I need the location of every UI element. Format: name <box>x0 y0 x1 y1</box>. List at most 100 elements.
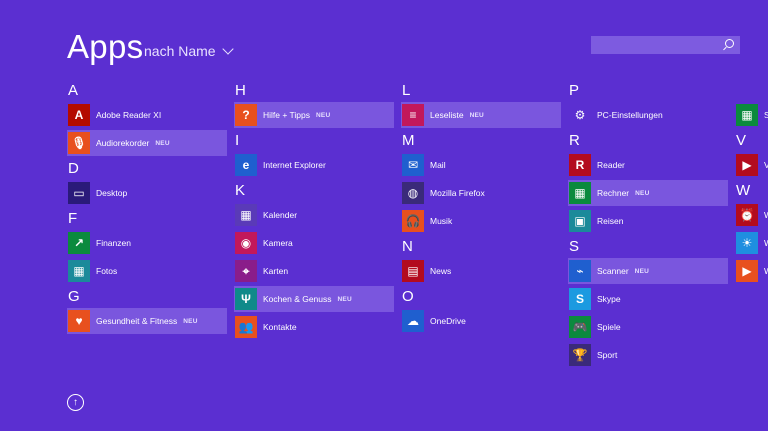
arrow-up-icon: ↑ <box>73 397 78 408</box>
group-letter[interactable]: L <box>401 82 561 102</box>
app-tile[interactable]: ▦ Rechner NEU <box>568 180 728 206</box>
group-letter[interactable]: G <box>67 288 227 308</box>
sort-label: nach Name <box>144 43 216 59</box>
app-tile[interactable]: ? Hilfe + Tipps NEU <box>234 102 394 128</box>
app-tile[interactable]: ▶W <box>735 258 768 284</box>
app-tile[interactable]: 👥 Kontakte <box>234 314 394 340</box>
skype-icon: S <box>569 288 591 310</box>
scroll-up-button[interactable]: ↑ <box>67 394 84 411</box>
app-tile[interactable]: 🏆 Sport <box>568 342 728 368</box>
app-tile[interactable]: ☁ OneDrive <box>401 308 561 334</box>
group-letter[interactable]: O <box>401 288 561 308</box>
health-heart-icon: ♥ <box>68 310 90 332</box>
app-tile[interactable]: ▦ Kalender <box>234 202 394 228</box>
app-tile[interactable]: ▦ Fotos <box>67 258 227 284</box>
app-tile[interactable]: ☀W <box>735 230 768 256</box>
app-column: ▦S V▶V W⏰W☀W▶W <box>735 82 768 288</box>
calendar-icon: ▦ <box>235 204 257 226</box>
app-group: M ✉ Mail ◍ Mozilla Firefox 🎧 Musik <box>401 132 561 234</box>
app-label: Hilfe + Tipps <box>263 110 311 120</box>
app-tile[interactable]: ⌁ Scanner NEU <box>568 258 728 284</box>
group-letter[interactable]: R <box>568 132 728 152</box>
app-label: Kochen & Genuss <box>263 294 332 304</box>
page-title: Apps <box>67 28 144 65</box>
search-icon[interactable] <box>725 39 734 48</box>
app-tile[interactable]: A Adobe Reader XI <box>67 102 227 128</box>
internet-explorer-icon: e <box>235 154 257 176</box>
group-letter[interactable]: N <box>401 238 561 258</box>
finance-icon: ↗ <box>68 232 90 254</box>
app-tile[interactable]: ▣ Reisen <box>568 208 728 234</box>
app-tile[interactable]: ◍ Mozilla Firefox <box>401 180 561 206</box>
trophy-icon: 🏆 <box>569 344 591 366</box>
app-tile[interactable]: ⌖ Karten <box>234 258 394 284</box>
app-tile[interactable]: S Skype <box>568 286 728 312</box>
app-label: News <box>430 266 452 276</box>
scanner-icon: ⌁ <box>569 260 591 282</box>
new-badge: NEU <box>635 189 650 197</box>
app-label: Mozilla Firefox <box>430 188 485 198</box>
reading-list-icon: ≡ <box>402 104 424 126</box>
food-icon: Ψ <box>235 288 257 310</box>
group-letter[interactable]: D <box>67 160 227 180</box>
app-tile[interactable]: e Internet Explorer <box>234 152 394 178</box>
app-tile[interactable]: R Reader <box>568 152 728 178</box>
help-icon: ? <box>235 104 257 126</box>
app-label: Kamera <box>263 238 293 248</box>
new-badge: NEU <box>469 111 484 119</box>
app-tile[interactable]: ≡ Leseliste NEU <box>401 102 561 128</box>
group-letter[interactable]: P <box>568 82 728 102</box>
app-group: K ▦ Kalender ◉ Kamera ⌖ Karten Ψ Kochen & Genuss… <box>234 182 394 340</box>
alarm-icon: ⏰ <box>736 204 758 226</box>
app-group: W⏰W☀W▶W <box>735 182 768 284</box>
firefox-icon: ◍ <box>402 182 424 204</box>
app-label: Karten <box>263 266 289 276</box>
app-label: Desktop <box>96 188 128 198</box>
app-tile[interactable]: ♥ Gesundheit & Fitness NEU <box>67 308 227 334</box>
app-group: R R Reader ▦ Rechner NEU ▣ Reisen <box>568 132 728 234</box>
app-tile[interactable]: 🎧 Musik <box>401 208 561 234</box>
app-tile[interactable]: ▶ V <box>735 152 768 178</box>
app-tile[interactable]: 🎙 Audiorekorder NEU <box>67 130 227 156</box>
app-label: Kontakte <box>263 322 297 332</box>
app-label: Sport <box>597 350 618 360</box>
group-letter[interactable]: W <box>735 182 768 202</box>
camera-icon: ◉ <box>235 232 257 254</box>
group-letter[interactable]: M <box>401 132 561 152</box>
group-letter[interactable]: I <box>234 132 394 152</box>
group-letter[interactable]: F <box>67 210 227 230</box>
search-input[interactable] <box>591 36 740 54</box>
mail-icon: ✉ <box>402 154 424 176</box>
app-tile[interactable]: Ψ Kochen & Genuss NEU <box>234 286 394 312</box>
group-letter[interactable]: K <box>234 182 394 202</box>
news-icon: ▤ <box>402 260 424 282</box>
adobe-reader-icon: A <box>68 104 90 126</box>
reader-icon: R <box>569 154 591 176</box>
app-group: O ☁ OneDrive <box>401 288 561 334</box>
new-badge: NEU <box>183 317 198 325</box>
microphone-icon: 🎙 <box>68 132 90 154</box>
app-tile[interactable]: 🎮 Spiele <box>568 314 728 340</box>
app-tile[interactable]: ▤ News <box>401 258 561 284</box>
app-tile[interactable]: ↗ Finanzen <box>67 230 227 256</box>
group-letter <box>735 82 768 102</box>
app-label: Reisen <box>597 216 624 226</box>
app-tile[interactable]: ▦ S <box>735 102 768 128</box>
video-icon: ▶ <box>736 154 758 176</box>
app-tile[interactable]: ⏰W <box>735 202 768 228</box>
app-tile[interactable]: ⚙ PC-Einstellungen <box>568 102 728 128</box>
app-group: D ▭ Desktop <box>67 160 227 206</box>
app-group: F ↗ Finanzen ▦ Fotos <box>67 210 227 284</box>
sort-dropdown[interactable]: nach Name <box>144 43 234 59</box>
app-tile[interactable]: ◉ Kamera <box>234 230 394 256</box>
app-label: Adobe Reader XI <box>96 110 162 120</box>
video-icon: ▶ <box>736 260 758 282</box>
app-group: S ⌁ Scanner NEU S Skype 🎮 Spiele 🏆 Sport <box>568 238 728 368</box>
app-tile[interactable]: ✉ Mail <box>401 152 561 178</box>
app-tile[interactable]: ▭ Desktop <box>67 180 227 206</box>
group-letter[interactable]: H <box>234 82 394 102</box>
app-column: L ≡ Leseliste NEU M ✉ Mail ◍ Mozilla Firefox 🎧 Mus… <box>401 82 561 338</box>
group-letter[interactable]: V <box>735 132 768 152</box>
group-letter[interactable]: A <box>67 82 227 102</box>
group-letter[interactable]: S <box>568 238 728 258</box>
